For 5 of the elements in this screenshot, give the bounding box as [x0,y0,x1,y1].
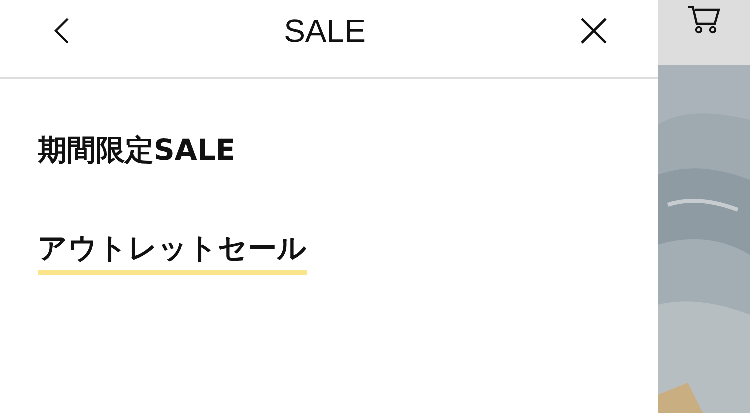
menu-link[interactable]: 期間限定SALE [38,131,236,177]
back-icon[interactable] [54,18,70,44]
menu-title: SALE [284,12,366,50]
close-icon[interactable] [580,17,608,45]
cart-icon[interactable] [686,6,722,34]
